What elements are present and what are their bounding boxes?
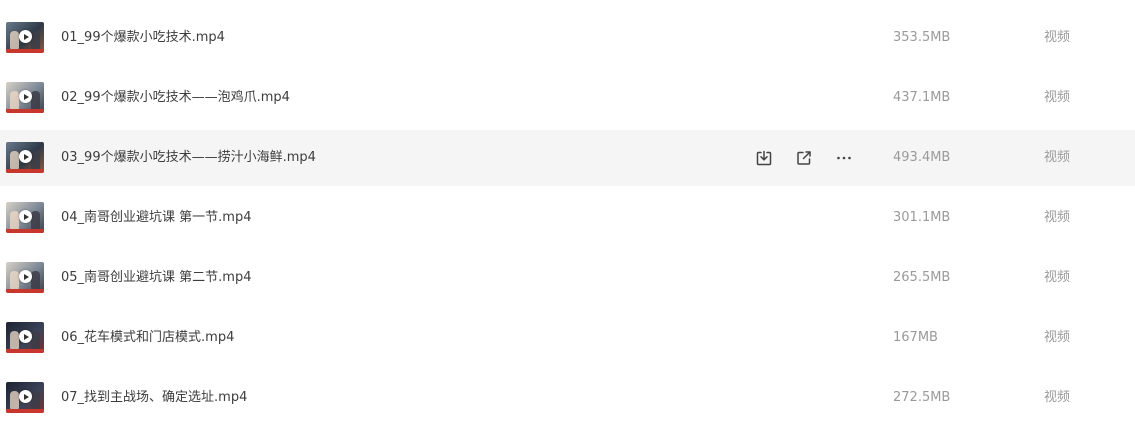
play-icon — [19, 210, 32, 223]
play-icon — [19, 270, 32, 283]
file-size: 301.1MB — [893, 210, 951, 225]
share-icon — [797, 151, 811, 165]
file-row[interactable]: 03_99个爆款小吃技术——捞汁小海鲜.mp4 493.4MB 视频 — [0, 130, 1135, 186]
play-icon — [19, 390, 32, 403]
play-icon — [19, 30, 32, 43]
file-name[interactable]: 04_南哥创业避坑课 第一节.mp4 — [61, 190, 252, 246]
file-row[interactable]: 04_南哥创业避坑课 第一节.mp4 301.1MB 视频 — [0, 190, 1135, 246]
file-size: 265.5MB — [893, 270, 951, 285]
file-row[interactable]: 01_99个爆款小吃技术.mp4 353.5MB 视频 — [0, 10, 1135, 66]
file-type: 视频 — [1044, 90, 1071, 105]
row-actions — [752, 146, 856, 170]
play-icon — [19, 330, 32, 343]
video-thumbnail[interactable] — [6, 322, 44, 353]
more-button[interactable] — [832, 146, 856, 170]
file-list: 01_99个爆款小吃技术.mp4 353.5MB 视频 02_99个爆款小吃技术… — [0, 0, 1135, 424]
more-icon — [837, 156, 851, 160]
file-type: 视频 — [1044, 270, 1071, 285]
video-thumbnail[interactable] — [6, 142, 44, 173]
file-row[interactable]: 07_找到主战场、确定选址.mp4 272.5MB 视频 — [0, 370, 1135, 424]
file-row[interactable]: 02_99个爆款小吃技术——泡鸡爪.mp4 437.1MB 视频 — [0, 70, 1135, 126]
file-type: 视频 — [1044, 30, 1071, 45]
file-size: 493.4MB — [893, 150, 951, 165]
file-name[interactable]: 01_99个爆款小吃技术.mp4 — [61, 10, 225, 66]
video-thumbnail[interactable] — [6, 382, 44, 413]
download-icon — [756, 150, 772, 166]
file-type: 视频 — [1044, 150, 1071, 165]
video-thumbnail[interactable] — [6, 202, 44, 233]
file-type: 视频 — [1044, 330, 1071, 345]
file-type: 视频 — [1044, 210, 1071, 225]
file-name[interactable]: 06_花车模式和门店模式.mp4 — [61, 310, 234, 366]
file-name[interactable]: 02_99个爆款小吃技术——泡鸡爪.mp4 — [61, 70, 290, 126]
file-row[interactable]: 06_花车模式和门店模式.mp4 167MB 视频 — [0, 310, 1135, 366]
download-button[interactable] — [752, 146, 776, 170]
play-icon — [19, 150, 32, 163]
file-size: 353.5MB — [893, 30, 951, 45]
file-name[interactable]: 03_99个爆款小吃技术——捞汁小海鲜.mp4 — [61, 130, 316, 186]
file-size: 167MB — [893, 330, 938, 345]
file-type: 视频 — [1044, 390, 1071, 405]
file-row[interactable]: 05_南哥创业避坑课 第二节.mp4 265.5MB 视频 — [0, 250, 1135, 306]
file-name[interactable]: 05_南哥创业避坑课 第二节.mp4 — [61, 250, 252, 306]
file-size: 272.5MB — [893, 390, 951, 405]
video-thumbnail[interactable] — [6, 82, 44, 113]
play-icon — [19, 90, 32, 103]
file-size: 437.1MB — [893, 90, 951, 105]
video-thumbnail[interactable] — [6, 262, 44, 293]
file-name[interactable]: 07_找到主战场、确定选址.mp4 — [61, 370, 247, 424]
video-thumbnail[interactable] — [6, 22, 44, 53]
share-button[interactable] — [792, 146, 816, 170]
